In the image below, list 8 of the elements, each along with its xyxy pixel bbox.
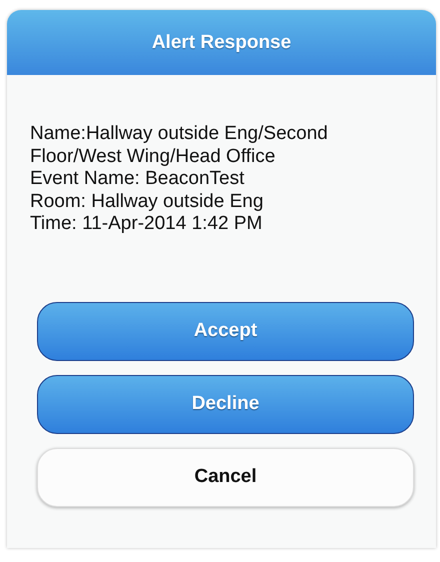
detail-text: Event Name: BeaconTest	[30, 168, 246, 190]
detail-text: Room: Hallway outside Eng	[30, 190, 264, 213]
action-button[interactable]: Decline	[37, 374, 414, 434]
detail-text: Name:Hallway outside Eng/Second Floor/West Wing/Head Office	[30, 123, 329, 168]
detail-text: Time: 11-Apr-2014 1:42 PM	[30, 213, 264, 236]
dialog-title: Alert Response	[152, 32, 292, 54]
cancel-button[interactable]: Cancel	[37, 448, 414, 506]
action-button[interactable]: Accept	[37, 302, 414, 360]
